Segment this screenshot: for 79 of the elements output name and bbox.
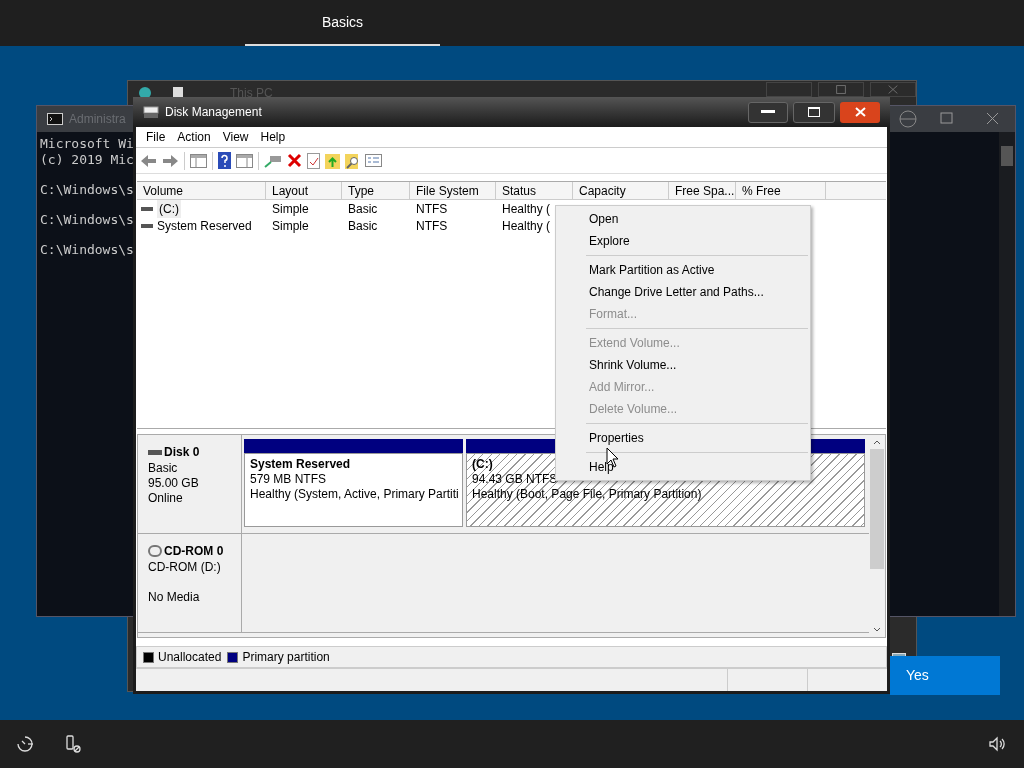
table-cell-text: Simple: [272, 217, 309, 235]
legend-label: Primary partition: [242, 649, 330, 666]
restart-icon[interactable]: [16, 735, 34, 753]
menu-item[interactable]: Mark Partition as Active: [556, 259, 810, 281]
partition-name: (C:): [472, 457, 493, 472]
folder-search-icon[interactable]: [345, 152, 360, 169]
menu-item[interactable]: Help: [556, 456, 810, 478]
console-line: Microsoft Wi: [40, 136, 134, 152]
close-button[interactable]: [840, 101, 880, 123]
scrollbar[interactable]: [999, 132, 1015, 616]
disk-name: CD-ROM 0: [164, 543, 224, 560]
console-line: C:\Windows\s: [40, 242, 134, 258]
console-line: (c) 2019 Mic: [40, 152, 134, 168]
minimize-icon: [761, 110, 775, 114]
disk-info: Online: [148, 491, 184, 506]
cd-icon: [148, 545, 162, 557]
column-header[interactable]: Layout: [266, 182, 342, 199]
table-cell-text: Basic: [348, 200, 378, 218]
delete-icon[interactable]: [287, 153, 302, 168]
tab[interactable]: Basics: [245, 0, 440, 46]
menu-item[interactable]: Change Drive Letter and Paths...: [556, 281, 810, 303]
folder-up-icon[interactable]: [325, 152, 340, 169]
menu-item[interactable]: Action: [171, 128, 217, 146]
partition-name: System Reserved: [250, 457, 351, 472]
window-title: Disk Management: [165, 104, 262, 121]
properties-icon[interactable]: [365, 154, 382, 167]
console-line: C:\Windows\s: [40, 182, 134, 198]
partition-status: Healthy (System, Active, Primary Partiti: [250, 487, 459, 502]
menu-item[interactable]: Shrink Volume...: [556, 354, 810, 376]
disk-info: No Media: [148, 590, 201, 605]
partition-status: Healthy (Boot, Page File, Primary Partition): [472, 487, 702, 502]
disk-info: 95.00 GB: [148, 476, 200, 491]
table-cell-text: NTFS: [416, 217, 448, 235]
disk-name: Disk 0: [164, 444, 200, 461]
accessibility-device-icon[interactable]: [64, 735, 82, 753]
yes-button[interactable]: Yes: [890, 656, 1000, 695]
disk-drive-icon: [143, 104, 159, 120]
menu-item[interactable]: Help: [254, 128, 292, 146]
column-header[interactable]: Volume: [137, 182, 266, 199]
action-pane-icon[interactable]: [236, 153, 253, 168]
column-header[interactable]: Free Spa...: [669, 182, 736, 199]
table-cell-text: Healthy (: [502, 200, 551, 218]
table-cell-text: Basic: [348, 217, 378, 235]
drive-icon: [141, 223, 153, 228]
minimize-icon[interactable]: [899, 110, 917, 128]
drive-icon: [141, 206, 153, 211]
column-header[interactable]: Capacity: [573, 182, 669, 199]
menu-item[interactable]: File: [140, 128, 172, 146]
minimize-button[interactable]: [748, 101, 788, 123]
close-icon: [854, 107, 866, 117]
column-header[interactable]: % Free: [736, 182, 826, 199]
table-cell-text: NTFS: [416, 200, 448, 218]
volume-icon[interactable]: [988, 735, 1006, 753]
console-icon: [47, 113, 63, 125]
table-cell-text: System Reserved: [157, 217, 252, 235]
maximize-icon: [808, 107, 820, 117]
forward-icon[interactable]: [162, 153, 179, 168]
column-header[interactable]: Type: [342, 182, 410, 199]
back-icon[interactable]: [140, 153, 157, 168]
legend-label: Unallocated: [158, 649, 222, 666]
console-tree-icon[interactable]: [190, 153, 207, 168]
menu-item[interactable]: View: [216, 128, 255, 146]
partition-size: 579 MB NTFS: [250, 472, 327, 487]
partition[interactable]: System Reserved 579 MB NTFS Healthy (System, Active, Primary Partiti: [244, 453, 463, 527]
menu-item[interactable]: Properties: [556, 427, 810, 449]
column-header[interactable]: Status: [496, 182, 573, 199]
maximize-button[interactable]: [793, 101, 835, 123]
disk-info: CD-ROM (D:): [148, 560, 222, 575]
menu-item[interactable]: Open: [556, 208, 810, 230]
table-cell-text: Healthy (: [502, 217, 551, 235]
table-cell-text: Simple: [272, 200, 309, 218]
menu-item[interactable]: Explore: [556, 230, 810, 252]
disk-info: Basic: [148, 461, 179, 476]
partition-size: 94.43 GB NTFS: [472, 472, 558, 487]
console-line: C:\Windows\s: [40, 212, 134, 228]
connect-icon[interactable]: [264, 153, 282, 168]
column-header[interactable]: File System: [410, 182, 496, 199]
help-icon[interactable]: [218, 152, 231, 169]
checked-document-icon[interactable]: [307, 152, 320, 169]
